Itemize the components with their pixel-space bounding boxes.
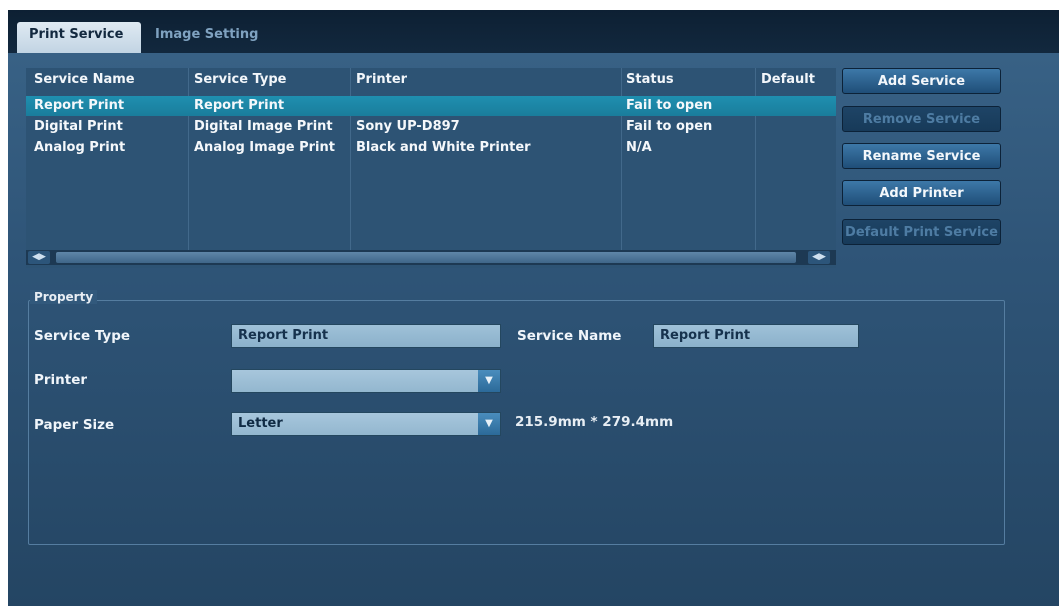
table-cell-status[interactable]: Fail to open	[626, 96, 712, 116]
service-type-label: Service Type	[34, 328, 131, 344]
scroll-arrows-icon[interactable]: ◀▶	[808, 251, 830, 264]
horizontal-scrollbar[interactable]: ◀▶ ◀▶	[26, 250, 836, 265]
tab-bar: Print Service Image Setting	[8, 10, 1059, 53]
table-cell-status[interactable]: N/A	[626, 138, 652, 158]
service-name-label: Service Name	[517, 328, 622, 344]
printer-select[interactable]: ▼	[231, 369, 501, 393]
paper-size-dimensions: 215.9mm * 279.4mm	[515, 414, 674, 430]
table-cell-printer[interactable]: Sony UP-D897	[356, 117, 460, 137]
chevron-down-icon[interactable]: ▼	[478, 413, 500, 435]
paper-size-select[interactable]: Letter ▼	[231, 412, 501, 436]
service-type-field: Report Print	[231, 324, 501, 348]
print-setup-window: Print Service Image Setting Service Name…	[8, 10, 1059, 606]
table-row-selected[interactable]	[26, 96, 836, 116]
column-header-service-name[interactable]: Service Name	[34, 68, 135, 92]
tab-image-setting[interactable]: Image Setting	[143, 22, 270, 53]
table-cell-service-name[interactable]: Digital Print	[34, 117, 123, 137]
printer-label: Printer	[34, 372, 88, 388]
table-cell-printer[interactable]: Black and White Printer	[356, 138, 531, 158]
table-cell-status[interactable]: Fail to open	[626, 117, 712, 137]
paper-size-label: Paper Size	[34, 417, 115, 433]
scrollbar-thumb[interactable]	[56, 252, 796, 263]
column-header-default[interactable]: Default	[761, 68, 815, 92]
property-group-title: Property	[30, 290, 98, 304]
table-cell-service-type[interactable]: Report Print	[194, 96, 284, 116]
table-cell-service-name[interactable]: Report Print	[34, 96, 124, 116]
paper-size-select-value: Letter	[238, 416, 283, 431]
tab-print-service[interactable]: Print Service	[17, 22, 141, 53]
column-header-status[interactable]: Status	[626, 68, 674, 92]
add-service-button[interactable]: Add Service	[842, 68, 1001, 94]
column-header-service-type[interactable]: Service Type	[194, 68, 287, 92]
column-header-printer[interactable]: Printer	[356, 68, 407, 92]
chevron-down-icon[interactable]: ▼	[478, 370, 500, 392]
print-service-table: Service Name Service Type Printer Status…	[26, 68, 836, 268]
rename-service-button[interactable]: Rename Service	[842, 143, 1001, 169]
remove-service-button[interactable]: Remove Service	[842, 106, 1001, 132]
scroll-arrows-icon[interactable]: ◀▶	[28, 251, 50, 264]
table-cell-service-name[interactable]: Analog Print	[34, 138, 125, 158]
table-cell-service-type[interactable]: Digital Image Print	[194, 117, 333, 137]
add-printer-button[interactable]: Add Printer	[842, 180, 1001, 206]
table-cell-service-type[interactable]: Analog Image Print	[194, 138, 335, 158]
service-name-field[interactable]: Report Print	[653, 324, 859, 348]
default-print-service-button[interactable]: Default Print Service	[842, 219, 1001, 245]
